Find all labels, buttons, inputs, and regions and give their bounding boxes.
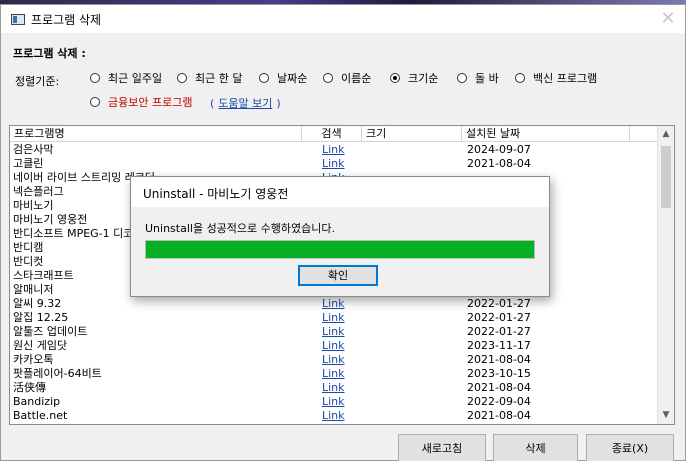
list-scrollbar[interactable]: ▲ ▼ (657, 126, 674, 424)
table-row[interactable]: 팟플레이어-64비트 Link 2023-10-15 (10, 367, 658, 381)
program-name-cell: Battle.net (13, 409, 68, 422)
install-date-cell: 2022-01-27 (467, 297, 531, 310)
window-title: 프로그램 삭제 (31, 13, 102, 27)
close-icon[interactable]: ✕ (651, 5, 685, 33)
column-header-name[interactable]: 프로그램명 (10, 126, 302, 142)
install-date-cell: 2021-08-04 (467, 353, 531, 366)
table-row[interactable]: Battle.net Link 2021-08-04 (10, 409, 658, 423)
sort-option-banking-security[interactable]: 금융보안 프로그램 (90, 95, 192, 109)
program-name-cell: 팟플레이어-64비트 (13, 367, 102, 380)
sort-option-month[interactable]: 최근 한 달 (177, 71, 242, 85)
search-link[interactable]: Link (322, 311, 362, 325)
search-link[interactable]: Link (322, 143, 362, 157)
search-link[interactable]: Link (322, 353, 362, 367)
install-date-cell: 2023-10-15 (467, 367, 531, 380)
column-header-date[interactable]: 설치된 날짜 (462, 126, 630, 142)
table-row[interactable]: 알집 12.25 Link 2022-01-27 (10, 311, 658, 325)
radio-icon (323, 73, 333, 83)
sort-option-label: 금융보안 프로그램 (108, 96, 193, 109)
help-link[interactable]: 도움말 보기 (218, 97, 272, 110)
dialog-message: Uninstall을 성공적으로 수행하였습니다. (145, 222, 335, 235)
install-date-cell: 2024-09-07 (467, 143, 531, 156)
program-name-cell: Bandizip (13, 395, 61, 408)
program-name-cell: 알집 12.25 (13, 311, 69, 324)
search-link[interactable]: Link (322, 339, 362, 353)
scroll-down-icon[interactable]: ▼ (658, 407, 674, 424)
dialog-body: Uninstall을 성공적으로 수행하였습니다. 확인 (131, 207, 549, 296)
refresh-button[interactable]: 새로고침 (398, 434, 486, 461)
table-row[interactable]: 알툴즈 업데이트 Link 2022-01-27 (10, 325, 658, 339)
scroll-up-icon[interactable]: ▲ (658, 126, 674, 143)
sort-option-date[interactable]: 날짜순 (259, 71, 307, 85)
program-name-cell: 알툴즈 업데이트 (13, 325, 88, 338)
search-link[interactable]: Link (322, 395, 362, 409)
install-date-cell: 2021-08-04 (467, 381, 531, 394)
search-link[interactable]: Link (322, 409, 362, 423)
install-date-cell: 2022-09-04 (467, 395, 531, 408)
window-titlebar: 프로그램 삭제 ✕ (1, 5, 685, 33)
table-row[interactable]: 고클린 Link 2021-08-04 (10, 157, 658, 171)
window-icon (11, 14, 25, 25)
exit-button[interactable]: 종료(X) (586, 434, 674, 461)
table-row[interactable]: 알씨 9.32 Link 2022-01-27 (10, 297, 658, 311)
table-row[interactable]: 카카오톡 Link 2021-08-04 (10, 353, 658, 367)
radio-icon (457, 73, 467, 83)
sort-label: 정렬기준: (15, 75, 60, 88)
program-name-cell: 원신 게임닷 (13, 339, 68, 352)
scrollbar-thumb[interactable] (661, 146, 671, 208)
list-header: 프로그램명 검색 크기 설치된 날짜 (10, 126, 658, 142)
radio-icon (177, 73, 187, 83)
program-name-cell: 고클린 (13, 157, 44, 170)
program-name-cell: 카카오톡 (13, 353, 54, 366)
help-link-group: (도움말 보기) (210, 95, 281, 111)
sort-option-label: 날짜순 (277, 72, 308, 85)
search-link[interactable]: Link (322, 157, 362, 171)
radio-icon (90, 97, 100, 107)
uninstall-result-dialog: Uninstall - 마비노기 영웅전 Uninstall을 성공적으로 수행… (130, 176, 550, 297)
column-header-size[interactable]: 크기 (362, 126, 462, 142)
sort-option-week[interactable]: 최근 일주일 (90, 71, 162, 85)
search-link[interactable]: Link (322, 297, 362, 311)
sort-option-label: 이름순 (341, 72, 372, 85)
program-name-cell: 活侠傳 (13, 381, 46, 394)
sort-option-label: 최근 일주일 (108, 72, 163, 85)
sort-option-dolba[interactable]: 돌 바 (457, 71, 499, 85)
column-header-filler (630, 126, 658, 142)
table-row[interactable]: 원신 게임닷 Link 2023-11-17 (10, 339, 658, 353)
column-header-search[interactable]: 검색 (302, 126, 362, 142)
delete-button[interactable]: 삭제 (493, 434, 578, 461)
ok-button[interactable]: 확인 (298, 265, 378, 286)
program-name-cell: 알씨 9.32 (13, 297, 62, 310)
sort-option-name[interactable]: 이름순 (323, 71, 371, 85)
radio-icon (90, 73, 100, 83)
progress-fill (146, 241, 534, 258)
dialog-titlebar: Uninstall - 마비노기 영웅전 (131, 177, 549, 207)
section-title: 프로그램 삭제 : (13, 47, 86, 60)
install-date-cell: 2023-11-17 (467, 339, 531, 352)
table-row[interactable]: 검은사막 Link 2024-09-07 (10, 143, 658, 157)
dialog-title: Uninstall - 마비노기 영웅전 (143, 187, 289, 201)
install-date-cell: 2022-01-27 (467, 311, 531, 324)
sort-option-label: 크기순 (408, 72, 439, 85)
uninstall-progress-bar (145, 240, 535, 259)
help-paren-close: ) (276, 97, 281, 110)
radio-selected-icon (390, 73, 400, 83)
sort-option-antivirus[interactable]: 백신 프로그램 (515, 71, 597, 85)
program-name-cell: 검은사막 (13, 143, 54, 156)
search-link[interactable]: Link (322, 381, 362, 395)
install-date-cell: 2021-08-04 (467, 409, 531, 422)
radio-icon (515, 73, 525, 83)
sort-option-label: 최근 한 달 (195, 72, 243, 85)
sort-option-label: 백신 프로그램 (533, 72, 598, 85)
sort-option-label: 돌 바 (475, 72, 499, 85)
table-row[interactable]: Bandizip Link 2022-09-04 (10, 395, 658, 409)
help-paren-open: ( (210, 97, 215, 110)
table-row[interactable]: 活侠傳 Link 2021-08-04 (10, 381, 658, 395)
install-date-cell: 2022-01-27 (467, 325, 531, 338)
radio-icon (259, 73, 269, 83)
search-link[interactable]: Link (322, 367, 362, 381)
install-date-cell: 2021-08-04 (467, 157, 531, 170)
sort-option-size[interactable]: 크기순 (390, 71, 438, 85)
search-link[interactable]: Link (322, 325, 362, 339)
